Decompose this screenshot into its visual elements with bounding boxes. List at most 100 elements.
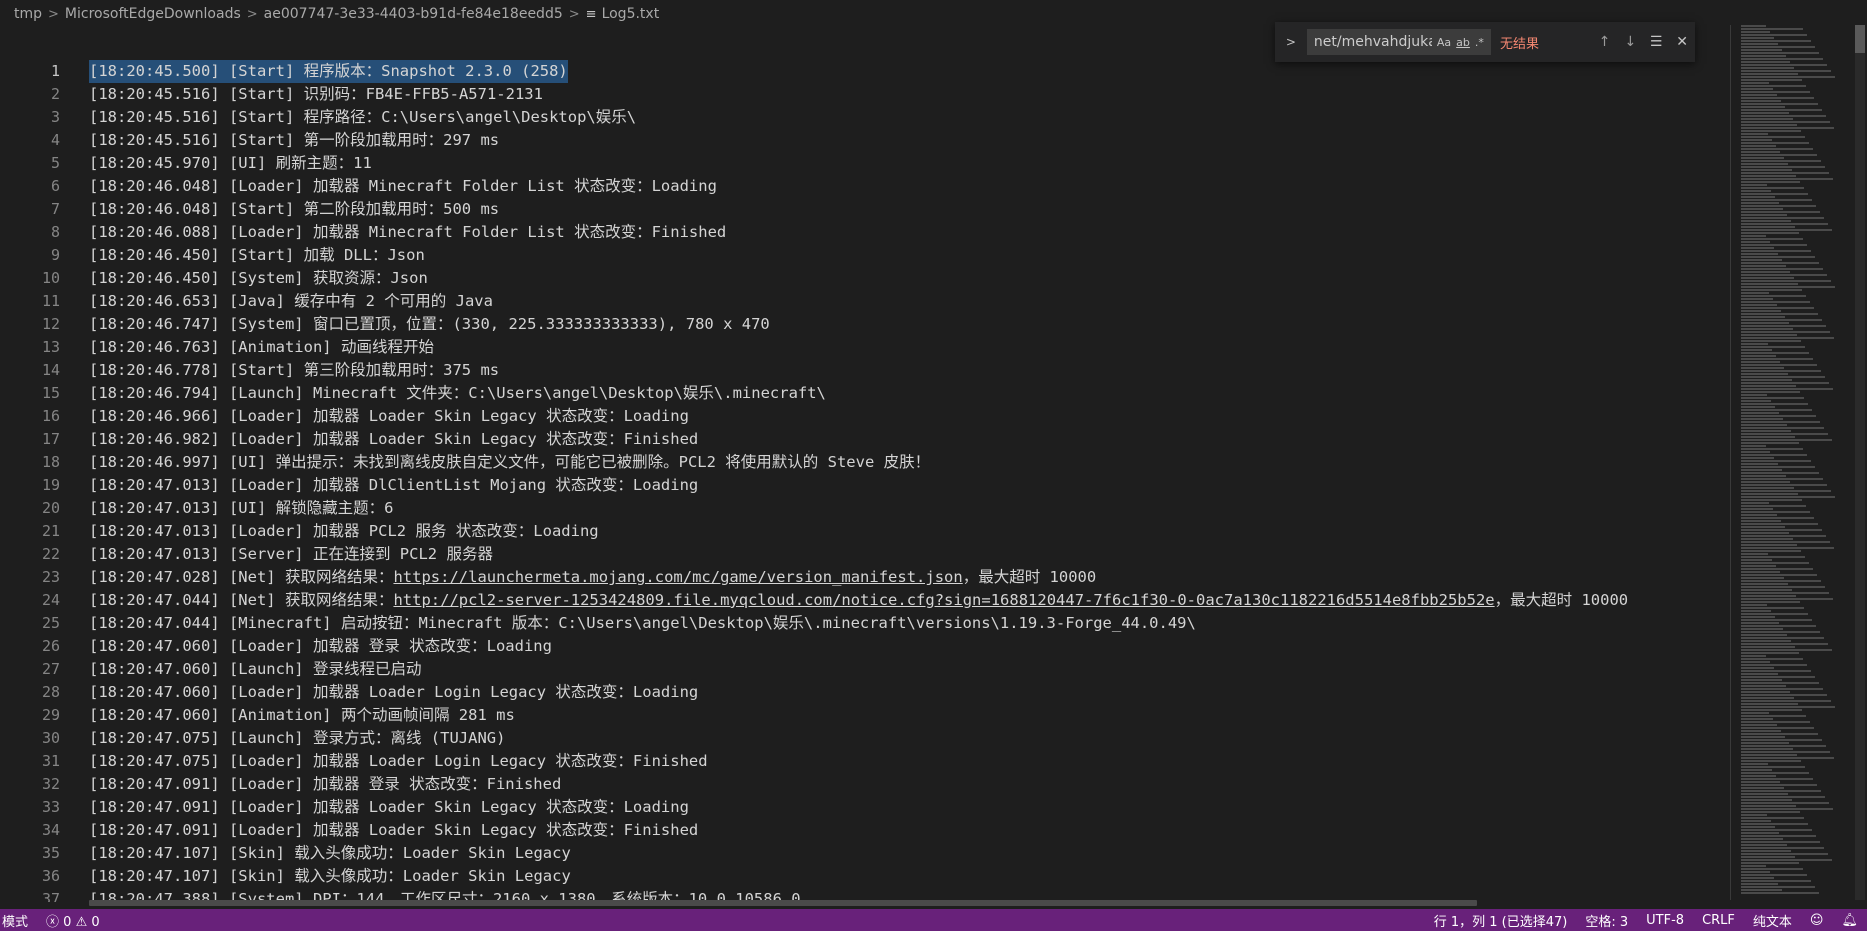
line-text[interactable]: [18:20:46.966] [Loader] 加载器 Loader Skin … <box>89 405 689 428</box>
editor-line[interactable]: 14 [18:20:46.778] [Start] 第三阶段加载用时：375 ms <box>0 359 1735 382</box>
line-text[interactable]: [18:20:45.516] [Start] 识别码：FB4E-FFB5-A57… <box>89 83 543 106</box>
line-text[interactable]: [18:20:46.982] [Loader] 加载器 Loader Skin … <box>89 428 698 451</box>
line-text[interactable]: [18:20:47.060] [Animation] 两个动画帧间隔 281 m… <box>89 704 515 727</box>
editor-line[interactable]: 22 [18:20:47.013] [Server] 正在连接到 PCL2 服务器 <box>0 543 1735 566</box>
editor-line[interactable]: 4 [18:20:45.516] [Start] 第一阶段加载用时：297 ms <box>0 129 1735 152</box>
mode-indicator[interactable]: 模式 <box>0 910 39 930</box>
line-text[interactable]: [18:20:47.060] [Loader] 加载器 Loader Login… <box>89 681 698 704</box>
line-text[interactable]: [18:20:47.091] [Loader] 加载器 Loader Skin … <box>89 796 689 819</box>
editor-line[interactable]: 21 [18:20:47.013] [Loader] 加载器 PCL2 服务 状态… <box>0 520 1735 543</box>
line-text[interactable]: [18:20:47.060] [Loader] 加载器 登录 状态改变：Load… <box>89 635 552 658</box>
editor-line[interactable]: 19 [18:20:47.013] [Loader] 加载器 DlClientLi… <box>0 474 1735 497</box>
regex-icon[interactable]: .* <box>1475 36 1484 49</box>
editor-text-area[interactable]: 1 [18:20:45.500] [Start] 程序版本：Snapshot 2.… <box>0 60 1735 902</box>
line-text[interactable]: [18:20:47.013] [UI] 解锁隐藏主题：6 <box>89 497 393 520</box>
editor-line[interactable]: 36 [18:20:47.107] [Skin] 载入头像成功：Loader Sk… <box>0 865 1735 888</box>
whole-word-icon[interactable]: ab <box>1456 36 1470 49</box>
editor-line[interactable]: 8 [18:20:46.088] [Loader] 加载器 Minecraft F… <box>0 221 1735 244</box>
line-text[interactable]: [18:20:45.970] [UI] 刷新主题：11 <box>89 152 372 175</box>
line-text[interactable]: [18:20:47.013] [Loader] 加载器 PCL2 服务 状态改变… <box>89 520 599 543</box>
line-text[interactable]: [18:20:47.013] [Loader] 加载器 DlClientList… <box>89 474 698 497</box>
line-text[interactable]: [18:20:46.794] [Launch] Minecraft 文件夹：C:… <box>89 382 826 405</box>
line-text[interactable]: [18:20:46.997] [UI] 弹出提示：未找到离线皮肤自定义文件，可能… <box>89 451 930 474</box>
editor-line[interactable]: 16 [18:20:46.966] [Loader] 加载器 Loader Ski… <box>0 405 1735 428</box>
editor-line[interactable]: 28 [18:20:47.060] [Loader] 加载器 Loader Log… <box>0 681 1735 704</box>
find-query[interactable]: net/mehvahdjukа <box>1308 34 1432 50</box>
line-text[interactable]: [18:20:46.088] [Loader] 加载器 Minecraft Fo… <box>89 221 726 244</box>
editor-line[interactable]: 2 [18:20:45.516] [Start] 识别码：FB4E-FFB5-A5… <box>0 83 1735 106</box>
editor-line[interactable]: 20 [18:20:47.013] [UI] 解锁隐藏主题：6 <box>0 497 1735 520</box>
editor-line[interactable]: 30 [18:20:47.075] [Launch] 登录方式：离线 (TUJAN… <box>0 727 1735 750</box>
line-text[interactable]: [18:20:47.060] [Launch] 登录线程已启动 <box>89 658 421 681</box>
editor-line[interactable]: 26 [18:20:47.060] [Loader] 加载器 登录 状态改变：Lo… <box>0 635 1735 658</box>
line-text[interactable]: [18:20:46.778] [Start] 第三阶段加载用时：375 ms <box>89 359 499 382</box>
find-input[interactable]: net/mehvahdjukа Aa ab .* <box>1306 29 1491 55</box>
editor-line[interactable]: 24 [18:20:47.044] [Net] 获取网络结果：http://pcl… <box>0 589 1735 612</box>
line-text[interactable]: [18:20:47.044] [Minecraft] 启动按钮：Minecraf… <box>89 612 1196 635</box>
editor-line[interactable]: 1 [18:20:45.500] [Start] 程序版本：Snapshot 2.… <box>0 60 1735 83</box>
toggle-replace-chevron-icon[interactable]: > <box>1281 35 1301 49</box>
line-text[interactable]: [18:20:46.048] [Start] 第二阶段加载用时：500 ms <box>89 198 499 221</box>
editor-line[interactable]: 23 [18:20:47.028] [Net] 获取网络结果：https://la… <box>0 566 1735 589</box>
editor-line[interactable]: 10 [18:20:46.450] [System] 获取资源：Json <box>0 267 1735 290</box>
selected-line-text[interactable]: [18:20:45.500] [Start] 程序版本：Snapshot 2.3… <box>89 60 568 83</box>
editor-line[interactable]: 6 [18:20:46.048] [Loader] 加载器 Minecraft F… <box>0 175 1735 198</box>
breadcrumb-item-tmp[interactable]: tmp <box>14 6 42 22</box>
line-text[interactable]: [18:20:46.763] [Animation] 动画线程开始 <box>89 336 434 359</box>
match-case-icon[interactable]: Aa <box>1437 36 1451 49</box>
editor-line[interactable]: 13 [18:20:46.763] [Animation] 动画线程开始 <box>0 336 1735 359</box>
editor-line[interactable]: 11 [18:20:46.653] [Java] 缓存中有 2 个可用的 Java <box>0 290 1735 313</box>
cursor-position[interactable]: 行 1，列 1 (已选择47) <box>1425 911 1577 930</box>
minimap[interactable] <box>1741 25 1853 895</box>
editor-line[interactable]: 15 [18:20:46.794] [Launch] Minecraft 文件夹：… <box>0 382 1735 405</box>
editor-line[interactable]: 32 [18:20:47.091] [Loader] 加载器 登录 状态改变：Fi… <box>0 773 1735 796</box>
editor-line[interactable]: 25 [18:20:47.044] [Minecraft] 启动按钮：Minecr… <box>0 612 1735 635</box>
line-text[interactable]: [18:20:47.028] [Net] 获取网络结果：https://laun… <box>89 566 1096 589</box>
line-text[interactable]: [18:20:45.516] [Start] 程序路径：C:\Users\ang… <box>89 106 636 129</box>
editor-line[interactable]: 9 [18:20:46.450] [Start] 加载 DLL：Json <box>0 244 1735 267</box>
language-mode[interactable]: 纯文本 <box>1744 911 1801 930</box>
line-text[interactable]: [18:20:46.747] [System] 窗口已置顶，位置：(330, 2… <box>89 313 770 336</box>
line-text[interactable]: [18:20:47.107] [Skin] 载入头像成功：Loader Skin… <box>89 842 571 865</box>
line-text[interactable]: [18:20:47.107] [Skin] 载入头像成功：Loader Skin… <box>89 865 571 888</box>
encoding[interactable]: UTF-8 <box>1637 913 1693 928</box>
horizontal-scrollbar[interactable] <box>89 900 1477 906</box>
line-text[interactable]: [18:20:47.013] [Server] 正在连接到 PCL2 服务器 <box>89 543 493 566</box>
url-link[interactable]: https://launchermeta.mojang.com/mc/game/… <box>393 568 962 586</box>
close-icon[interactable]: ✕ <box>1669 34 1695 50</box>
line-text[interactable]: [18:20:47.044] [Net] 获取网络结果：http://pcl2-… <box>89 589 1628 612</box>
line-text[interactable]: [18:20:46.450] [Start] 加载 DLL：Json <box>89 244 425 267</box>
editor-line[interactable]: 3 [18:20:45.516] [Start] 程序路径：C:\Users\an… <box>0 106 1735 129</box>
feedback-icon[interactable]: ☺ <box>1801 913 1833 928</box>
editor-line[interactable]: 33 [18:20:47.091] [Loader] 加载器 Loader Ski… <box>0 796 1735 819</box>
line-text[interactable]: [18:20:46.653] [Java] 缓存中有 2 个可用的 Java <box>89 290 493 313</box>
scrollbar-slider[interactable] <box>1855 25 1865 53</box>
previous-match-arrow-up-icon[interactable]: ↑ <box>1592 34 1618 50</box>
end-of-line[interactable]: CRLF <box>1693 913 1744 928</box>
breadcrumb-item-file[interactable]: Log5.txt <box>602 6 660 22</box>
editor-line[interactable]: 7 [18:20:46.048] [Start] 第二阶段加载用时：500 ms <box>0 198 1735 221</box>
problems-indicator[interactable]: ⓧ 0 ⚠ 0 <box>38 911 108 930</box>
next-match-arrow-down-icon[interactable]: ↓ <box>1617 34 1643 50</box>
editor-line[interactable]: 29 [18:20:47.060] [Animation] 两个动画帧间隔 281… <box>0 704 1735 727</box>
editor-line[interactable]: 12 [18:20:46.747] [System] 窗口已置顶，位置：(330,… <box>0 313 1735 336</box>
editor-line[interactable]: 17 [18:20:46.982] [Loader] 加载器 Loader Ski… <box>0 428 1735 451</box>
line-text[interactable]: [18:20:47.075] [Launch] 登录方式：离线 (TUJANG) <box>89 727 505 750</box>
line-text[interactable]: [18:20:45.516] [Start] 第一阶段加载用时：297 ms <box>89 129 499 152</box>
breadcrumb-item-downloads[interactable]: MicrosoftEdgeDownloads <box>65 6 241 22</box>
editor-line[interactable]: 5 [18:20:45.970] [UI] 刷新主题：11 <box>0 152 1735 175</box>
editor-line[interactable]: 27 [18:20:47.060] [Launch] 登录线程已启动 <box>0 658 1735 681</box>
editor-line[interactable]: 31 [18:20:47.075] [Loader] 加载器 Loader Log… <box>0 750 1735 773</box>
line-text[interactable]: [18:20:47.091] [Loader] 加载器 Loader Skin … <box>89 819 698 842</box>
editor-line[interactable]: 34 [18:20:47.091] [Loader] 加载器 Loader Ski… <box>0 819 1735 842</box>
line-text[interactable]: [18:20:46.048] [Loader] 加载器 Minecraft Fo… <box>89 175 717 198</box>
editor-line[interactable]: 18 [18:20:46.997] [UI] 弹出提示：未找到离线皮肤自定义文件，… <box>0 451 1735 474</box>
line-text[interactable]: [18:20:46.450] [System] 获取资源：Json <box>89 267 428 290</box>
line-text[interactable]: [18:20:47.075] [Loader] 加载器 Loader Login… <box>89 750 708 773</box>
find-in-selection-icon[interactable]: ☰ <box>1643 34 1669 50</box>
vertical-scrollbar[interactable] <box>1855 25 1865 900</box>
breadcrumb-item-folder[interactable]: ae007747-3e33-4403-b91d-fe84e18eedd5 <box>264 6 563 22</box>
indentation[interactable]: 空格: 3 <box>1576 911 1637 930</box>
editor-line[interactable]: 35 [18:20:47.107] [Skin] 载入头像成功：Loader Sk… <box>0 842 1735 865</box>
line-text[interactable]: [18:20:47.091] [Loader] 加载器 登录 状态改变：Fini… <box>89 773 561 796</box>
